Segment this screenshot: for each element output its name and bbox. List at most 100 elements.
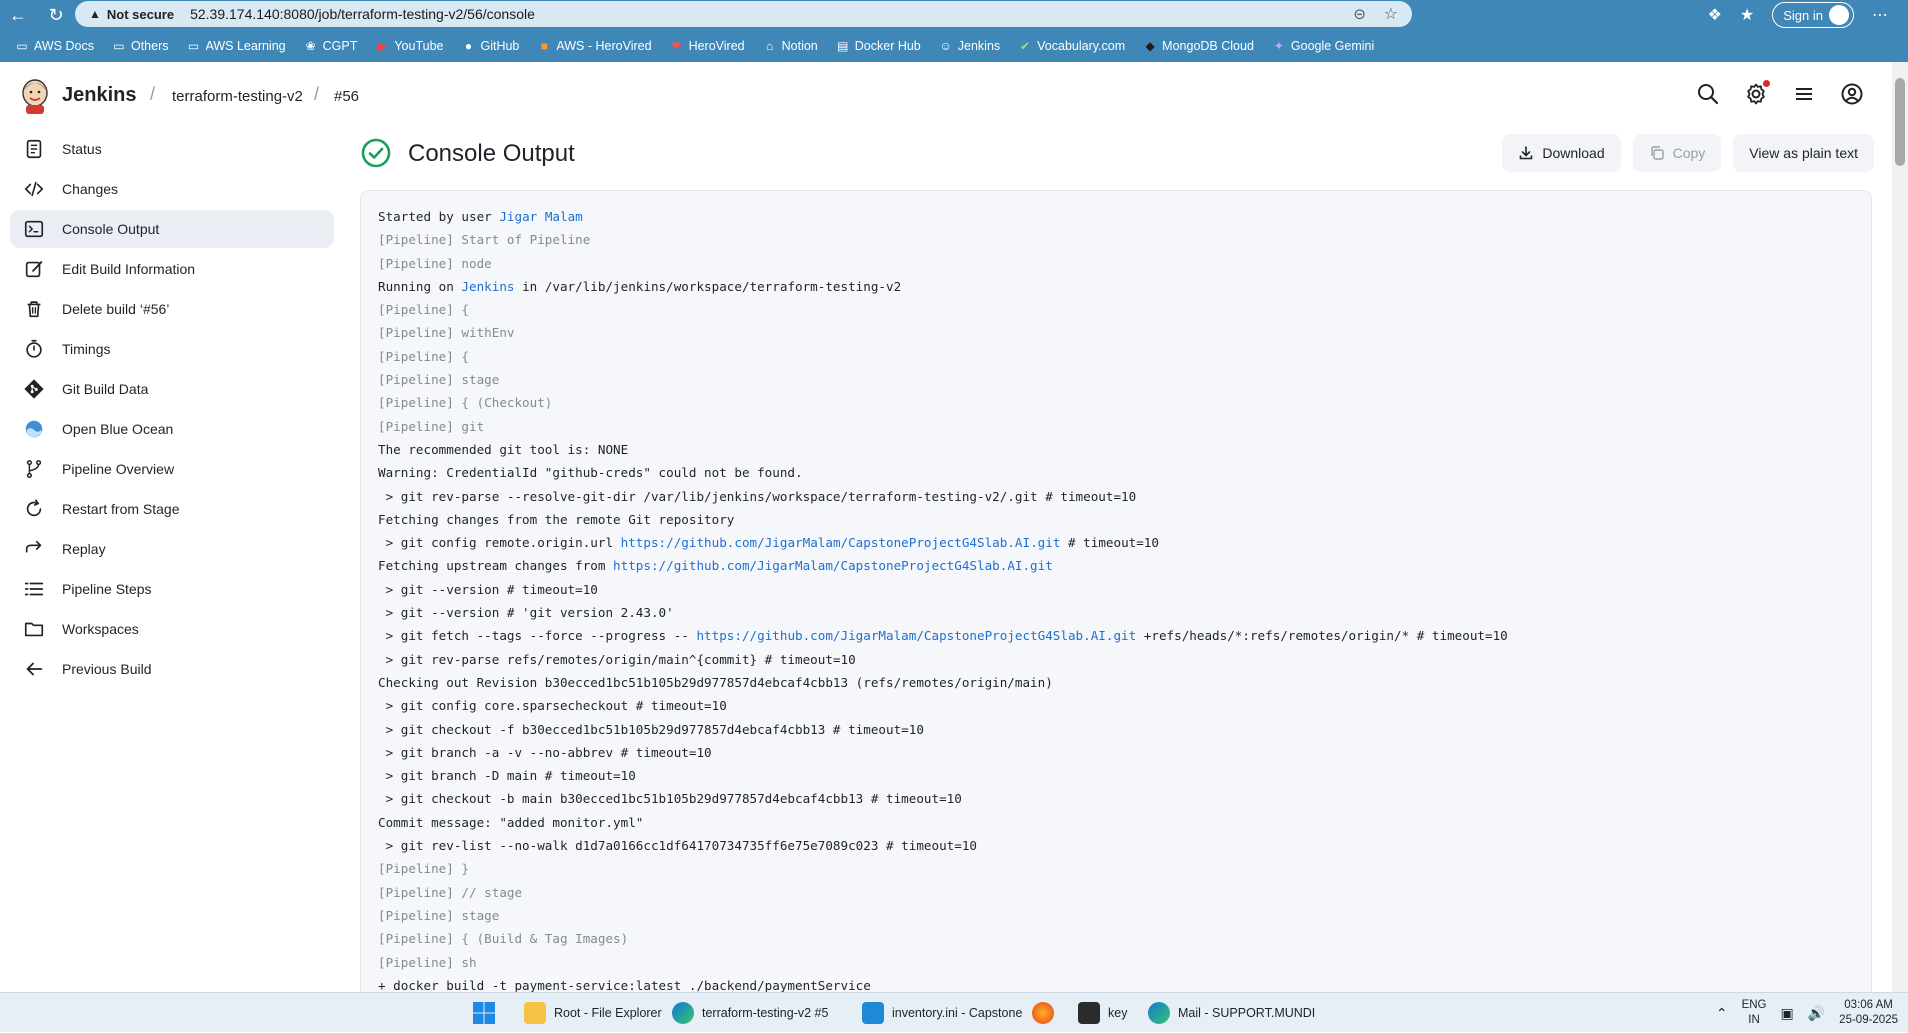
bookmark-item[interactable]: ❀ CGPT [295, 34, 367, 58]
sidebar-item-workspaces[interactable]: Workspaces [10, 610, 334, 648]
console-text: [Pipeline] node [378, 255, 492, 271]
bookmark-label: MongoDB Cloud [1162, 39, 1254, 53]
taskbar-item[interactable]: inventory.ini - Capstone [862, 993, 1022, 1033]
bookmark-item[interactable]: ☺ Jenkins [930, 34, 1009, 58]
console-link[interactable]: https://github.com/JigarMalam/CapstonePr… [696, 628, 1136, 643]
bookmark-item[interactable]: ❤ HeroVired [661, 34, 754, 58]
bookmark-item[interactable]: ▭ AWS Docs [6, 34, 103, 58]
breadcrumb-job[interactable]: terraform-testing-v2 [172, 88, 303, 105]
network-icon[interactable]: ▣ [1781, 1005, 1794, 1022]
url-bar[interactable]: ▲ Not secure 52.39.174.140:8080/job/terr… [75, 1, 1412, 27]
console-line: [Pipeline] // stage [378, 881, 1871, 904]
taskbar-item-label: Mail - SUPPORT.MUNDI [1178, 1006, 1316, 1020]
menu-icon[interactable] [1792, 82, 1816, 106]
sidebar-item-open-blue-ocean[interactable]: Open Blue Ocean [10, 410, 334, 448]
volume-icon[interactable]: 🔊 [1808, 1005, 1825, 1022]
reload-icon[interactable]: ↻ [42, 1, 70, 29]
console-line: > git branch -a -v --no-abbrev # timeout… [378, 741, 1871, 764]
mongodb-icon: ◆ [1145, 39, 1155, 53]
notion-icon: ⌂ [766, 39, 774, 53]
sidebar-item-edit-build-information[interactable]: Edit Build Information [10, 250, 334, 288]
sidebar-item-label: Restart from Stage [62, 501, 180, 517]
search-icon[interactable] [1696, 82, 1720, 106]
console-output[interactable]: Started by user Jigar Malam [Pipeline] St… [360, 190, 1872, 1000]
sidebar-item-replay[interactable]: Replay [10, 530, 334, 568]
file-explorer-icon [524, 1002, 546, 1024]
bookmark-item[interactable]: ◆ MongoDB Cloud [1134, 34, 1263, 58]
extensions-icon[interactable]: ❖ [1708, 5, 1722, 25]
reader-icon[interactable]: ⊝ [1353, 5, 1366, 23]
sidebar-item-status[interactable]: Status [10, 130, 334, 168]
security-label: Not secure [106, 6, 175, 22]
breadcrumb-build[interactable]: #56 [334, 88, 359, 105]
bookmark-item[interactable]: ✔ Vocabulary.com [1009, 34, 1134, 58]
console-link[interactable]: Jenkins [461, 279, 514, 294]
user-icon[interactable] [1840, 82, 1864, 106]
url-text[interactable]: 52.39.174.140:8080/job/terraform-testing… [190, 6, 535, 22]
copy-button[interactable]: Copy [1632, 134, 1722, 172]
jenkins-logo-icon[interactable] [20, 78, 50, 114]
scrollbar[interactable] [1892, 62, 1908, 992]
console-line: > git rev-parse --resolve-git-dir /var/l… [378, 485, 1871, 508]
console-line: > git checkout -f b30ecced1bc51b105b29d9… [378, 718, 1871, 741]
bookmark-item[interactable]: ✦ Google Gemini [1263, 34, 1383, 58]
bookmark-item[interactable]: ▶ YouTube [366, 34, 452, 58]
console-link[interactable]: Jigar Malam [499, 209, 582, 224]
sidebar-item-pipeline-overview[interactable]: Pipeline Overview [10, 450, 334, 488]
view-plain-text-button[interactable]: View as plain text [1733, 134, 1874, 172]
brand[interactable]: Jenkins [62, 84, 136, 107]
star-icon[interactable]: ☆ [1384, 4, 1398, 24]
sidebar-item-delete-build-56[interactable]: Delete build ‘#56’ [10, 290, 334, 328]
bookmark-item[interactable]: ■ AWS - HeroVired [528, 34, 660, 58]
bookmark-item[interactable]: ▤ Docker Hub [827, 34, 930, 58]
header-actions [1696, 80, 1864, 106]
taskbar-item[interactable]: key [1078, 993, 1127, 1033]
console-text: > git branch -D main # timeout=10 [378, 768, 636, 784]
sign-in-button[interactable]: Sign in [1772, 2, 1854, 28]
region-label: IN [1748, 1014, 1760, 1026]
bookmark-item[interactable]: ▭ Others [103, 34, 178, 58]
start-button[interactable] [472, 993, 496, 1033]
chevron-up-icon[interactable]: ⌃ [1716, 1005, 1728, 1022]
console-line: > git config remote.origin.url https://g… [378, 531, 1871, 554]
copy-label: Copy [1672, 145, 1706, 161]
language-indicator[interactable]: ENG IN [1742, 998, 1767, 1028]
taskbar-item[interactable]: terraform-testing-v2 #5 [672, 993, 828, 1033]
console-text: > git rev-list --no-walk d1d7a0166cc1df6… [378, 838, 977, 854]
clock[interactable]: 03:06 AM 25-09-2025 [1839, 998, 1898, 1028]
console-text: [Pipeline] stage [378, 907, 500, 923]
sidebar-item-previous-build[interactable]: Previous Build [10, 650, 334, 688]
console-line: > git --version # 'git version 2.43.0' [378, 601, 1871, 624]
download-button[interactable]: Download [1502, 134, 1621, 172]
console-line: Fetching upstream changes from https://g… [378, 554, 1871, 577]
bookmark-label: Google Gemini [1290, 39, 1375, 53]
sidebar-item-changes[interactable]: Changes [10, 170, 334, 208]
aws-icon: ■ [540, 39, 549, 53]
scrollbar-thumb[interactable] [1895, 78, 1905, 166]
taskbar-item[interactable]: Mail - SUPPORT.MUNDI [1148, 993, 1315, 1033]
bookmark-label: Jenkins [957, 39, 1001, 53]
sidebar-item-restart-from-stage[interactable]: Restart from Stage [10, 490, 334, 528]
sidebar-item-timings[interactable]: Timings [10, 330, 334, 368]
console-link[interactable]: https://github.com/JigarMalam/CapstonePr… [621, 535, 1061, 550]
bookmark-item[interactable]: ▭ AWS Learning [177, 34, 294, 58]
bookmark-item[interactable]: ⌂ Notion [754, 34, 827, 58]
taskbar-item[interactable] [1032, 993, 1054, 1033]
taskbar-item[interactable]: Root - File Explorer [524, 993, 662, 1033]
bookmark-item[interactable]: ● GitHub [452, 34, 528, 58]
back-icon[interactable]: ← [4, 1, 32, 29]
sidebar-item-git-build-data[interactable]: Git Build Data [10, 370, 334, 408]
date-label: 25-09-2025 [1839, 1014, 1898, 1026]
sidebar-item-label: Workspaces [62, 621, 139, 637]
breadcrumb-separator: / [314, 84, 320, 104]
console-link[interactable]: https://github.com/JigarMalam/CapstonePr… [613, 558, 1053, 573]
sidebar-item-console-output[interactable]: Console Output [10, 210, 334, 248]
more-icon[interactable]: ⋯ [1872, 5, 1888, 25]
restart-icon [22, 498, 46, 520]
favorites-icon[interactable]: ★ [1740, 5, 1754, 25]
taskbar: ⌃ ENG IN ▣ 🔊 03:06 AM 25-09-2025 Root - … [0, 992, 1908, 1032]
taskbar-item-label: key [1108, 1006, 1128, 1020]
address-bar-row: ← ↻ ▲ Not secure 52.39.174.140:8080/job/… [0, 0, 1908, 30]
settings-button[interactable] [1744, 80, 1770, 106]
sidebar-item-pipeline-steps[interactable]: Pipeline Steps [10, 570, 334, 608]
